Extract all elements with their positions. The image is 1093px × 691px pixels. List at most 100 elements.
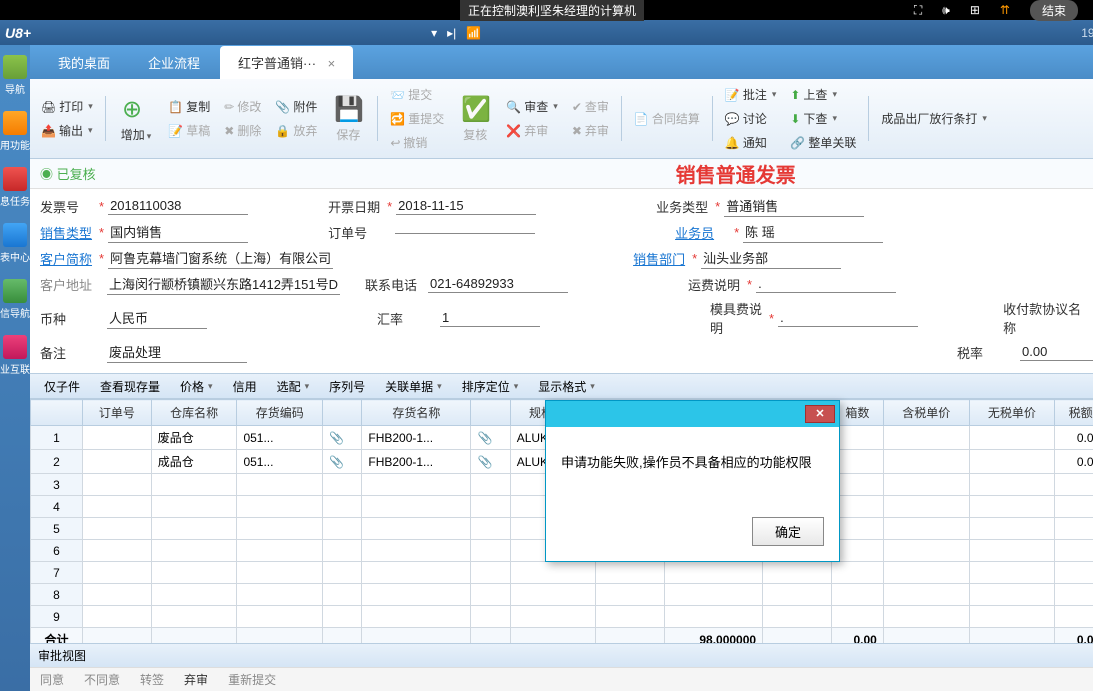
draft-button[interactable]: 📝草稿 (163, 119, 215, 142)
table-row[interactable]: 7 (31, 562, 1093, 584)
audit-button[interactable]: 🔍审查▾ (501, 95, 563, 118)
serial-button[interactable]: 序列号 (323, 376, 371, 397)
col-header[interactable] (323, 400, 362, 426)
form-area: 发票号*2018110038 开票日期*2018-11-15 业务类型*普通销售… (30, 189, 1093, 373)
select-button[interactable]: 选配▾ (271, 376, 316, 397)
prev-button[interactable]: ⬆上查▾ (785, 83, 861, 106)
toolbar: 🖨打印▾ 📤输出▾ ⊕增加▾ 📋复制 📝草稿 ✏修改 ✖删除 📎附件 🔒放弃 💾… (30, 79, 1093, 159)
table-row[interactable]: 9 (31, 606, 1093, 628)
department[interactable]: 汕头业务部 (701, 247, 841, 269)
status-row: ◉ 已复核 销售普通发票 ↻ |◀ ◀ (30, 159, 1093, 189)
order-no[interactable] (395, 231, 535, 234)
related-button[interactable]: 关联单据▾ (379, 376, 448, 397)
doc-title: 销售普通发票 (676, 159, 796, 188)
col-header[interactable] (471, 400, 510, 426)
note-button[interactable]: 📝批注▾ (720, 83, 782, 106)
add-button[interactable]: ⊕增加▾ (113, 92, 160, 146)
tab-redinvoice[interactable]: 红字普通销··· × (220, 46, 353, 79)
review-button: ✅复核 (453, 92, 497, 146)
customer[interactable]: 阿鲁克幕墙门窗系统（上海）有限公司 (108, 247, 333, 269)
remote-control-bar: 正在控制澳利坚朱经理的计算机 ⛶ 🕪 ⊞ ⇈ 结束 (0, 0, 1093, 20)
attach-button[interactable]: 📎附件 (270, 95, 322, 118)
rc-camera-icon[interactable]: ⛶ (914, 3, 922, 18)
col-header[interactable]: 订单号 (82, 400, 151, 426)
side-report[interactable]: 表中心 (0, 223, 30, 264)
output-button[interactable]: 📤输出▾ (36, 119, 98, 142)
invoice-date[interactable]: 2018-11-15 (396, 197, 536, 215)
discuss-button[interactable]: 💬讨论 (720, 107, 782, 130)
currency[interactable]: 人民币 (107, 307, 207, 329)
sort-button[interactable]: 排序定位▾ (456, 376, 525, 397)
col-header[interactable]: 税额 (1055, 400, 1093, 426)
submit-button: 📨提交 (385, 83, 449, 106)
side-func[interactable]: 用功能 (0, 111, 30, 152)
dialog-ok-button[interactable]: 确定 (752, 517, 824, 546)
mold-note[interactable]: . (778, 309, 918, 327)
col-header[interactable]: 存货编码 (237, 400, 323, 426)
biz-type[interactable]: 普通销售 (724, 195, 864, 217)
agree-button[interactable]: 同意 (40, 671, 64, 688)
format-button[interactable]: 显示格式▾ (532, 376, 601, 397)
credit-button[interactable]: 信用 (227, 376, 263, 397)
error-dialog: ✕ 申请功能失败,操作员不具备相应的功能权限 确定 (545, 400, 840, 562)
rc-window-icon[interactable]: ⊞ (970, 3, 980, 17)
title-bar: U8+ ▾ ▸| 📶 192.168.0.252 — ❐ ✕ [008](def… (0, 20, 1093, 45)
col-header[interactable]: 无税单价 (969, 400, 1055, 426)
notify-button[interactable]: 🔔通知 (720, 131, 782, 154)
col-header[interactable]: 仓库名称 (151, 400, 237, 426)
rc-pin-icon[interactable]: ⇈ (1000, 3, 1010, 17)
next-button[interactable]: ⬇下查▾ (785, 107, 861, 130)
rc-end-button[interactable]: 结束 (1030, 0, 1078, 21)
salesperson[interactable]: 陈 瑶 (743, 221, 883, 243)
tab-close-icon[interactable]: × (328, 56, 336, 71)
dialog-message: 申请功能失败,操作员不具备相应的功能权限 (546, 427, 839, 507)
reject-button: ✖弃审 (567, 119, 614, 142)
resubmit-button[interactable]: 重新提交 (228, 671, 276, 688)
relate-button[interactable]: 🔗整单关联 (785, 131, 861, 154)
col-header[interactable] (31, 400, 83, 426)
disagree-button[interactable]: 不同意 (84, 671, 120, 688)
remote-msg: 正在控制澳利坚朱经理的计算机 (460, 0, 644, 21)
reject-button[interactable]: 弃审 (184, 671, 208, 688)
remark[interactable]: 废品处理 (107, 341, 247, 363)
tab-desktop[interactable]: 我的桌面 (40, 46, 128, 79)
side-nav[interactable]: 导航 (0, 55, 30, 96)
table-row[interactable]: 8 (31, 584, 1093, 606)
status-reviewed: ◉ 已复核 (40, 164, 96, 183)
side-task[interactable]: 息任务 (0, 167, 30, 208)
approval-actions: 同意 不同意 转签 弃审 重新提交 (30, 667, 1093, 691)
invoice-no[interactable]: 2018110038 (108, 197, 248, 215)
tab-bar: 我的桌面 企业流程 红字普通销··· × (30, 45, 1093, 79)
tab-process[interactable]: 企业流程 (130, 46, 218, 79)
undo-button: ↩撤销 (385, 131, 449, 154)
copy-button[interactable]: 📋复制 (163, 95, 215, 118)
rc-speaker-icon[interactable]: 🕪 (942, 3, 950, 18)
price-button[interactable]: 价格▾ (174, 376, 219, 397)
subonly-button[interactable]: 仅子件 (38, 376, 86, 397)
delete-button: ✖删除 (219, 119, 266, 142)
side-credit[interactable]: 信导航 (0, 279, 30, 320)
freight[interactable]: . (756, 275, 896, 293)
address[interactable]: 上海闵行颛桥镇颛兴东路1412弄151号D (107, 273, 340, 295)
sidebar: 导航 用功能 息任务 表中心 信导航 业互联 (0, 45, 30, 691)
sum-row: 合计98.0000000.000.00-3586.78 (31, 628, 1093, 644)
rate[interactable]: 1 (440, 309, 540, 327)
grid-toolbar: 仅子件 查看现存量 价格▾ 信用 选配▾ 序列号 关联单据▾ 排序定位▾ 显示格… (30, 373, 1093, 399)
side-biz[interactable]: 业互联 (0, 335, 30, 376)
contract-button: 📄合同结算 (629, 107, 705, 130)
forward-button[interactable]: 转签 (140, 671, 164, 688)
sale-type[interactable]: 国内销售 (108, 221, 248, 243)
stock-button[interactable]: 查看现存量 (94, 376, 166, 397)
dialog-close-icon[interactable]: ✕ (805, 405, 835, 423)
export-button[interactable]: 成品出厂放行条打▾ (876, 107, 992, 130)
app-logo: U8+ (5, 25, 31, 41)
tax-rate[interactable]: 0.00 (1020, 343, 1093, 361)
resubmit-button: 🔁重提交 (385, 107, 449, 130)
edit-button: ✏修改 (219, 95, 266, 118)
check-button: ✔查审 (567, 95, 614, 118)
phone[interactable]: 021-64892933 (428, 275, 568, 293)
col-header[interactable]: 存货名称 (362, 400, 471, 426)
save-button: 💾保存 (326, 92, 370, 146)
col-header[interactable]: 含税单价 (883, 400, 969, 426)
print-button[interactable]: 🖨打印▾ (36, 95, 98, 118)
